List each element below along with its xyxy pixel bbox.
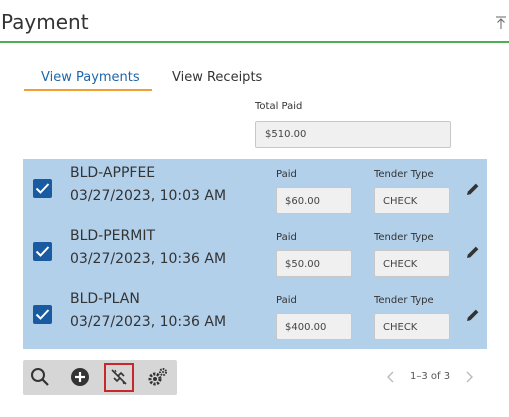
checkmark-icon — [35, 309, 50, 320]
paid-field: $400.00 — [276, 313, 352, 340]
paid-label: Paid — [276, 295, 297, 306]
fee-code: BLD-APPFEE — [70, 165, 156, 181]
tab-active-underline — [24, 89, 152, 91]
add-button[interactable] — [69, 366, 91, 388]
settings-icon — [148, 368, 167, 386]
fee-code: BLD-PERMIT — [70, 228, 156, 244]
page-title: Payment — [1, 10, 89, 34]
settings-button[interactable] — [147, 366, 169, 388]
paid-field: $50.00 — [276, 250, 352, 277]
chevron-right-icon[interactable] — [464, 370, 474, 384]
list-toolbar — [23, 360, 177, 395]
payment-date: 03/27/2023, 10:03 AM — [70, 188, 227, 204]
tender-type-label: Tender Type — [374, 169, 434, 180]
unlink-icon — [111, 369, 127, 385]
tender-type-field: CHECK — [374, 250, 450, 277]
search-button[interactable] — [29, 366, 51, 388]
search-icon — [31, 368, 49, 386]
payment-row: BLD-APPFEE 03/27/2023, 10:03 AM Paid Ten… — [23, 159, 487, 222]
checkmark-icon — [35, 183, 50, 194]
fee-code: BLD-PLAN — [70, 291, 140, 307]
tender-type-label: Tender Type — [374, 295, 434, 306]
chevron-left-icon[interactable] — [386, 370, 396, 384]
tab-view-receipts[interactable]: View Receipts — [172, 70, 262, 85]
paid-label: Paid — [276, 169, 297, 180]
paid-field: $60.00 — [276, 187, 352, 214]
payment-row: BLD-PLAN 03/27/2023, 10:36 AM Paid Tende… — [23, 285, 487, 348]
total-paid-field: $510.00 — [255, 121, 451, 148]
row-checkbox[interactable] — [33, 242, 52, 261]
pagination-text: 1–3 of 3 — [410, 371, 451, 382]
tender-type-field: CHECK — [374, 313, 450, 340]
payment-date: 03/27/2023, 10:36 AM — [70, 314, 227, 330]
payment-date: 03/27/2023, 10:36 AM — [70, 251, 227, 267]
total-paid-label: Total Paid — [255, 101, 303, 112]
checkmark-icon — [35, 246, 50, 257]
collapse-up-icon[interactable] — [495, 16, 507, 30]
edit-pencil-icon[interactable] — [466, 308, 480, 322]
unlink-button[interactable] — [108, 366, 130, 388]
edit-pencil-icon[interactable] — [466, 245, 480, 259]
page-header: Payment — [0, 0, 509, 43]
row-checkbox[interactable] — [33, 305, 52, 324]
tender-type-label: Tender Type — [374, 232, 434, 243]
tender-type-field: CHECK — [374, 187, 450, 214]
payment-list: BLD-APPFEE 03/27/2023, 10:03 AM Paid Ten… — [23, 159, 487, 349]
edit-pencil-icon[interactable] — [466, 182, 480, 196]
payment-row: BLD-PERMIT 03/27/2023, 10:36 AM Paid Ten… — [23, 222, 487, 285]
tab-view-payments[interactable]: View Payments — [41, 70, 140, 85]
paid-label: Paid — [276, 232, 297, 243]
add-icon — [71, 368, 89, 386]
row-checkbox[interactable] — [33, 179, 52, 198]
